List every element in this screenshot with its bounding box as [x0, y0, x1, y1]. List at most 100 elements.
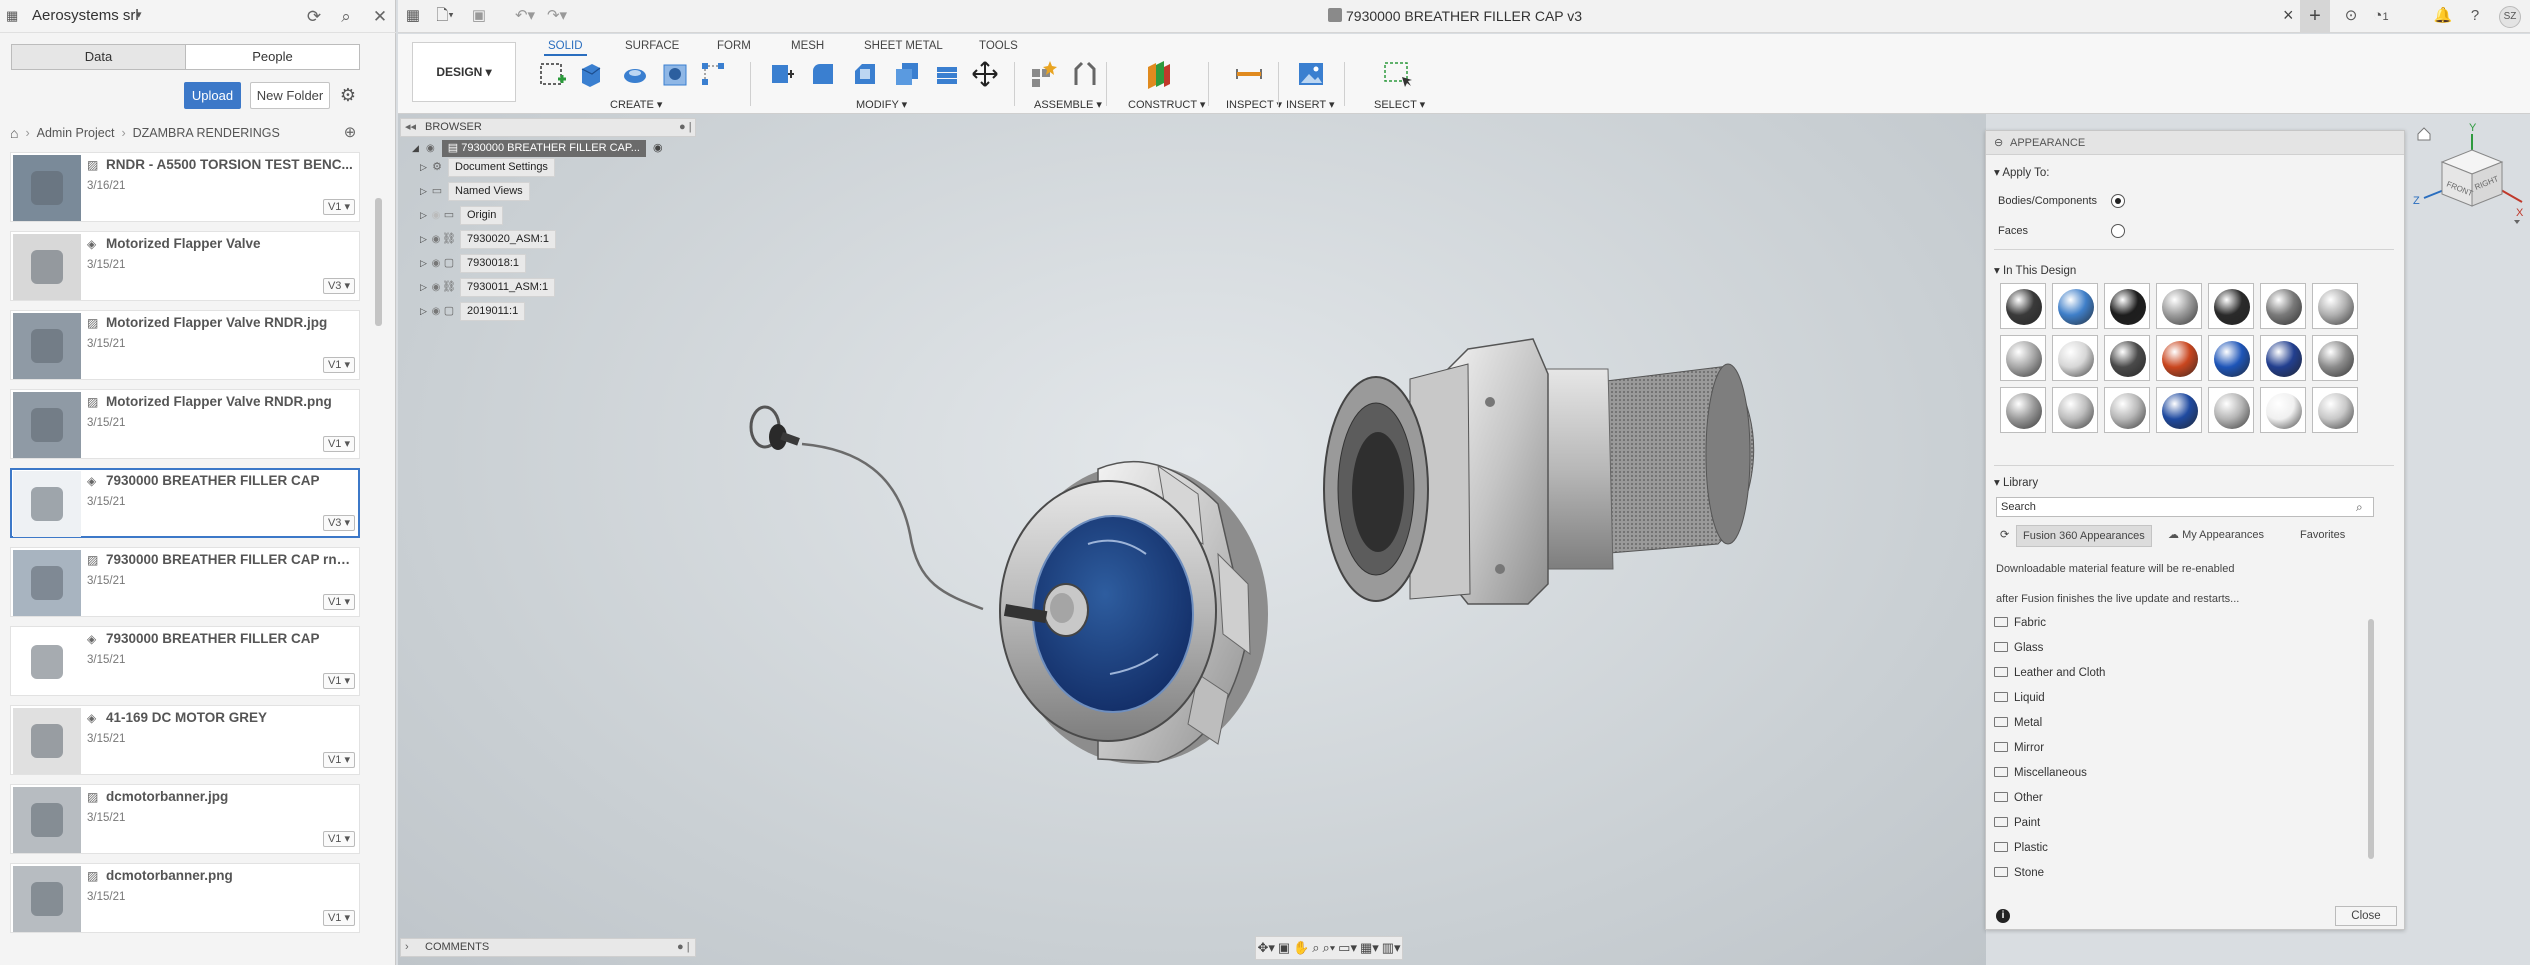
close-tab-icon[interactable]: ×: [2283, 5, 2294, 26]
scrollbar[interactable]: [375, 198, 382, 326]
new-folder-button[interactable]: New Folder: [250, 82, 330, 109]
tab-people[interactable]: People: [186, 45, 359, 69]
appearance-header[interactable]: ⊖ APPEARANCE: [1986, 131, 2404, 155]
library-folder[interactable]: Paint: [1994, 813, 2040, 833]
version-badge[interactable]: V1 ▾: [322, 199, 355, 215]
redo-icon[interactable]: ↷▾: [546, 6, 568, 26]
undo-icon[interactable]: ↶▾: [514, 6, 536, 26]
offset-plane-icon[interactable]: [1144, 59, 1174, 89]
display-settings-icon[interactable]: ▭▾: [1338, 940, 1357, 956]
notifications-icon[interactable]: 🔔: [2432, 6, 2454, 26]
fillet-icon[interactable]: [808, 59, 838, 89]
list-item[interactable]: ◈ Motorized Flapper Valve 3/15/21 V3 ▾: [10, 231, 360, 301]
appearance-swatch[interactable]: [2312, 387, 2358, 433]
appearance-swatch[interactable]: [2260, 335, 2306, 381]
library-folder[interactable]: Fabric: [1994, 613, 2046, 633]
search-icon[interactable]: ⌕: [2356, 500, 2370, 514]
appearance-swatch[interactable]: [2260, 387, 2306, 433]
create-sketch-icon[interactable]: [538, 59, 568, 89]
design-canvas[interactable]: ◂◂ BROWSER ● | ◢ ◉ ▤ 7930000 BREATHER FI…: [398, 114, 1986, 965]
library-folder[interactable]: Stone: [1994, 863, 2044, 883]
breadcrumb-project[interactable]: Admin Project: [37, 126, 115, 140]
press-pull-icon[interactable]: [766, 59, 796, 89]
tab-form[interactable]: FORM: [713, 36, 755, 56]
in-this-design-section[interactable]: ▾ In This Design: [1994, 263, 2076, 277]
list-item[interactable]: ▨ Motorized Flapper Valve RNDR.jpg 3/15/21…: [10, 310, 360, 380]
avatar[interactable]: SZ: [2499, 6, 2521, 28]
appearance-swatch[interactable]: [2208, 387, 2254, 433]
appearance-swatch[interactable]: [2312, 335, 2358, 381]
gear-icon[interactable]: ⚙: [337, 82, 359, 109]
list-item[interactable]: ▨ 7930000 BREATHER FILLER CAP rndr... 3/15…: [10, 547, 360, 617]
appearance-swatch[interactable]: [2156, 283, 2202, 329]
comments-pin-icon[interactable]: ● |: [677, 939, 690, 956]
refresh-icon[interactable]: ⟳: [1994, 525, 2015, 547]
hub-name[interactable]: Aerosystems srl: [32, 7, 139, 24]
version-badge[interactable]: V1 ▾: [322, 357, 355, 373]
list-item[interactable]: ◈ 41-169 DC MOTOR GREY 3/15/21 V1 ▾: [10, 705, 360, 775]
tab-surface[interactable]: SURFACE: [621, 36, 683, 56]
help-icon[interactable]: ?: [2464, 6, 2486, 26]
joint-icon[interactable]: [1070, 59, 1100, 89]
viewports-icon[interactable]: ▥▾: [1382, 940, 1401, 956]
hub-grid-icon[interactable]: ▦: [6, 8, 18, 24]
tab-favorites[interactable]: Favorites: [2294, 525, 2351, 547]
appearance-swatch[interactable]: [2000, 387, 2046, 433]
appearance-swatch[interactable]: [2156, 387, 2202, 433]
apply-to-section[interactable]: ▾ Apply To:: [1994, 165, 2049, 179]
list-item[interactable]: ▨ Motorized Flapper Valve RNDR.png 3/15/21…: [10, 389, 360, 459]
construct-menu[interactable]: CONSTRUCT ▾: [1128, 98, 1205, 111]
appearance-swatch[interactable]: [2104, 387, 2150, 433]
insert-menu[interactable]: INSERT ▾: [1286, 98, 1335, 111]
list-item[interactable]: ◈ 7930000 BREATHER FILLER CAP 3/15/21 V1 ▾: [10, 626, 360, 696]
library-folder[interactable]: Glass: [1994, 638, 2043, 658]
library-folder[interactable]: Metal: [1994, 713, 2042, 733]
search-icon[interactable]: ⌕: [336, 7, 356, 27]
tab-my-appearances[interactable]: ☁ My Appearances: [2162, 525, 2270, 547]
version-badge[interactable]: V1 ▾: [322, 673, 355, 689]
insert-image-icon[interactable]: [1296, 59, 1326, 89]
appearance-swatch[interactable]: [2000, 283, 2046, 329]
appearance-swatch[interactable]: [2208, 283, 2254, 329]
library-section[interactable]: ▾ Library: [1994, 475, 2038, 489]
comments-bar[interactable]: › COMMENTS ● |: [400, 938, 696, 957]
cube-menu-icon[interactable]: [2514, 220, 2520, 224]
tab-solid[interactable]: SOLID: [544, 36, 587, 56]
view-cube[interactable]: Y Z X FRONT RIGHT: [2410, 120, 2530, 230]
upload-button[interactable]: Upload: [184, 82, 241, 109]
appearance-swatch[interactable]: [2000, 335, 2046, 381]
workspace-switcher[interactable]: DESIGN ▾: [412, 42, 516, 102]
chevron-down-icon[interactable]: ▾: [136, 8, 142, 21]
tab-data[interactable]: Data: [12, 45, 186, 69]
version-badge[interactable]: V1 ▾: [322, 436, 355, 452]
search-input[interactable]: Search: [1996, 497, 2374, 517]
library-folder[interactable]: Miscellaneous: [1994, 763, 2087, 783]
version-badge[interactable]: V1 ▾: [322, 594, 355, 610]
tab-sheet-metal[interactable]: SHEET METAL: [860, 36, 947, 56]
library-folder[interactable]: Other: [1994, 788, 2043, 808]
library-folder[interactable]: Plastic: [1994, 838, 2048, 858]
tab-mesh[interactable]: MESH: [787, 36, 828, 56]
refresh-icon[interactable]: ⟳: [304, 7, 324, 27]
job-status-icon[interactable]: ◔1: [2366, 6, 2396, 27]
appearance-swatch[interactable]: [2104, 283, 2150, 329]
file-menu-icon[interactable]: 🗋▾: [434, 6, 456, 26]
collapse-icon[interactable]: ⊖: [1994, 131, 2003, 155]
tab-tools[interactable]: TOOLS: [975, 36, 1022, 56]
list-item[interactable]: ▨ dcmotorbanner.png 3/15/21 V1 ▾: [10, 863, 360, 933]
appearance-swatch[interactable]: [2156, 335, 2202, 381]
scrollbar[interactable]: [2368, 619, 2374, 859]
revolve-icon[interactable]: [620, 59, 650, 89]
close-icon[interactable]: ✕: [370, 7, 390, 27]
move-icon[interactable]: [970, 59, 1000, 89]
extensions-icon[interactable]: ⊙: [2340, 6, 2362, 26]
appearance-swatch[interactable]: [2260, 283, 2306, 329]
combine-icon[interactable]: [932, 59, 962, 89]
collapse-icon[interactable]: ›: [405, 939, 409, 956]
list-item[interactable]: ◈ 7930000 BREATHER FILLER CAP 3/15/21 V3 ▾: [10, 468, 360, 538]
model-viewport[interactable]: [398, 114, 1986, 965]
assemble-menu[interactable]: ASSEMBLE ▾: [1034, 98, 1102, 111]
home-view-icon[interactable]: [2417, 127, 2431, 141]
grid-icon[interactable]: ▦▾: [1360, 940, 1379, 956]
globe-icon[interactable]: ⊕: [341, 124, 359, 142]
